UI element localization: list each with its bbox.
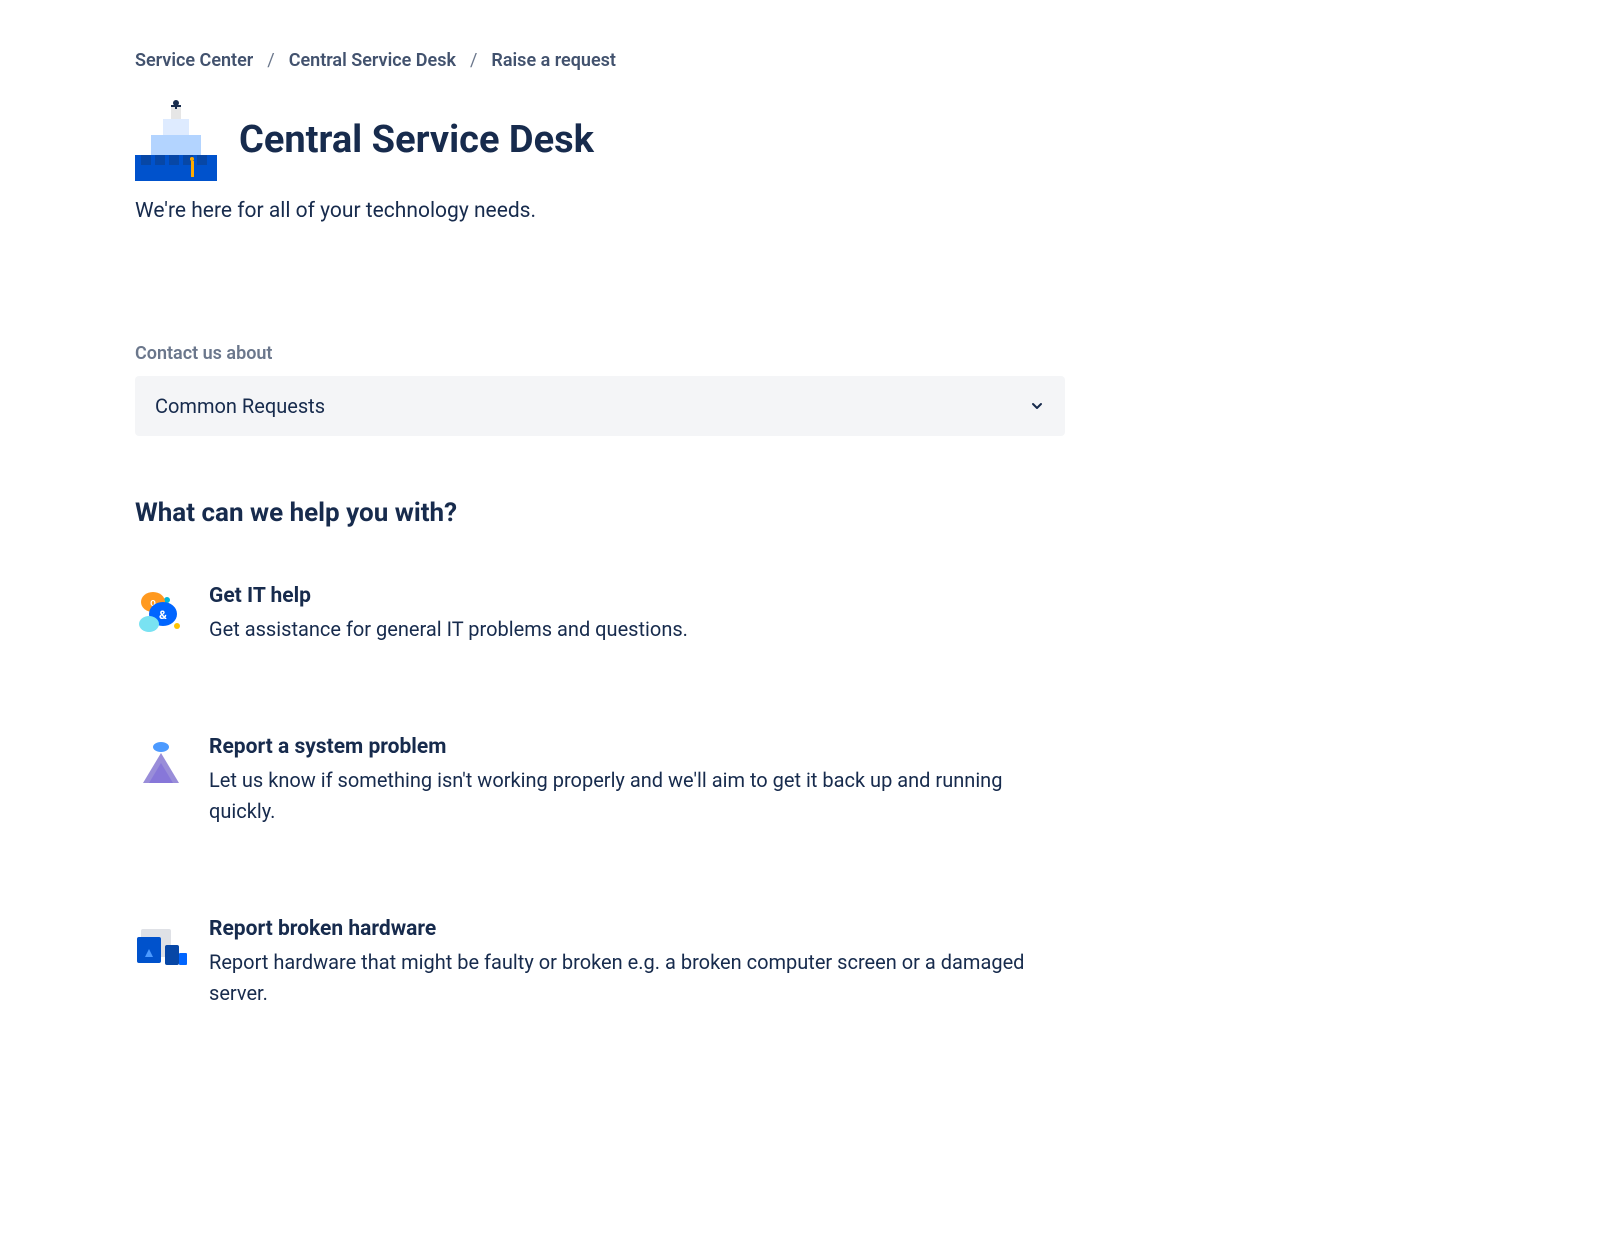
system-problem-icon [135, 735, 187, 787]
request-item-report-broken-hardware[interactable]: Report broken hardware Report hardware t… [135, 917, 1065, 1009]
page-subtitle: We're here for all of your technology ne… [135, 199, 1463, 223]
request-description: Get assistance for general IT problems a… [209, 614, 1065, 645]
dropdown-selected-value: Common Requests [155, 394, 325, 418]
breadcrumb-item-raise-request[interactable]: Raise a request [491, 50, 616, 71]
help-heading: What can we help you with? [135, 498, 1463, 528]
service-desk-logo-icon [135, 99, 217, 181]
breadcrumb-item-service-center[interactable]: Service Center [135, 50, 253, 71]
breadcrumb: Service Center / Central Service Desk / … [135, 50, 1463, 71]
breadcrumb-separator: / [470, 50, 477, 71]
chat-bubbles-icon: Q & [135, 584, 187, 636]
request-title: Get IT help [209, 584, 1065, 608]
request-content: Get IT help Get assistance for general I… [209, 584, 1065, 645]
request-title: Report broken hardware [209, 917, 1065, 941]
request-title: Report a system problem [209, 735, 1065, 759]
page-title: Central Service Desk [239, 118, 594, 162]
request-item-get-it-help[interactable]: Q & Get IT help Get assistance for gener… [135, 584, 1065, 645]
breadcrumb-separator: / [267, 50, 274, 71]
contact-label: Contact us about [135, 343, 1463, 364]
request-content: Report a system problem Let us know if s… [209, 735, 1065, 827]
breadcrumb-item-central-service-desk[interactable]: Central Service Desk [289, 50, 456, 71]
request-description: Report hardware that might be faulty or … [209, 947, 1065, 1009]
contact-category-dropdown[interactable]: Common Requests [135, 376, 1065, 436]
page-header: Central Service Desk [135, 99, 1463, 181]
chevron-down-icon [1029, 398, 1045, 414]
svg-text:&: & [159, 608, 167, 622]
request-description: Let us know if something isn't working p… [209, 765, 1065, 827]
request-item-report-system-problem[interactable]: Report a system problem Let us know if s… [135, 735, 1065, 827]
hardware-icon [135, 917, 187, 969]
request-content: Report broken hardware Report hardware t… [209, 917, 1065, 1009]
